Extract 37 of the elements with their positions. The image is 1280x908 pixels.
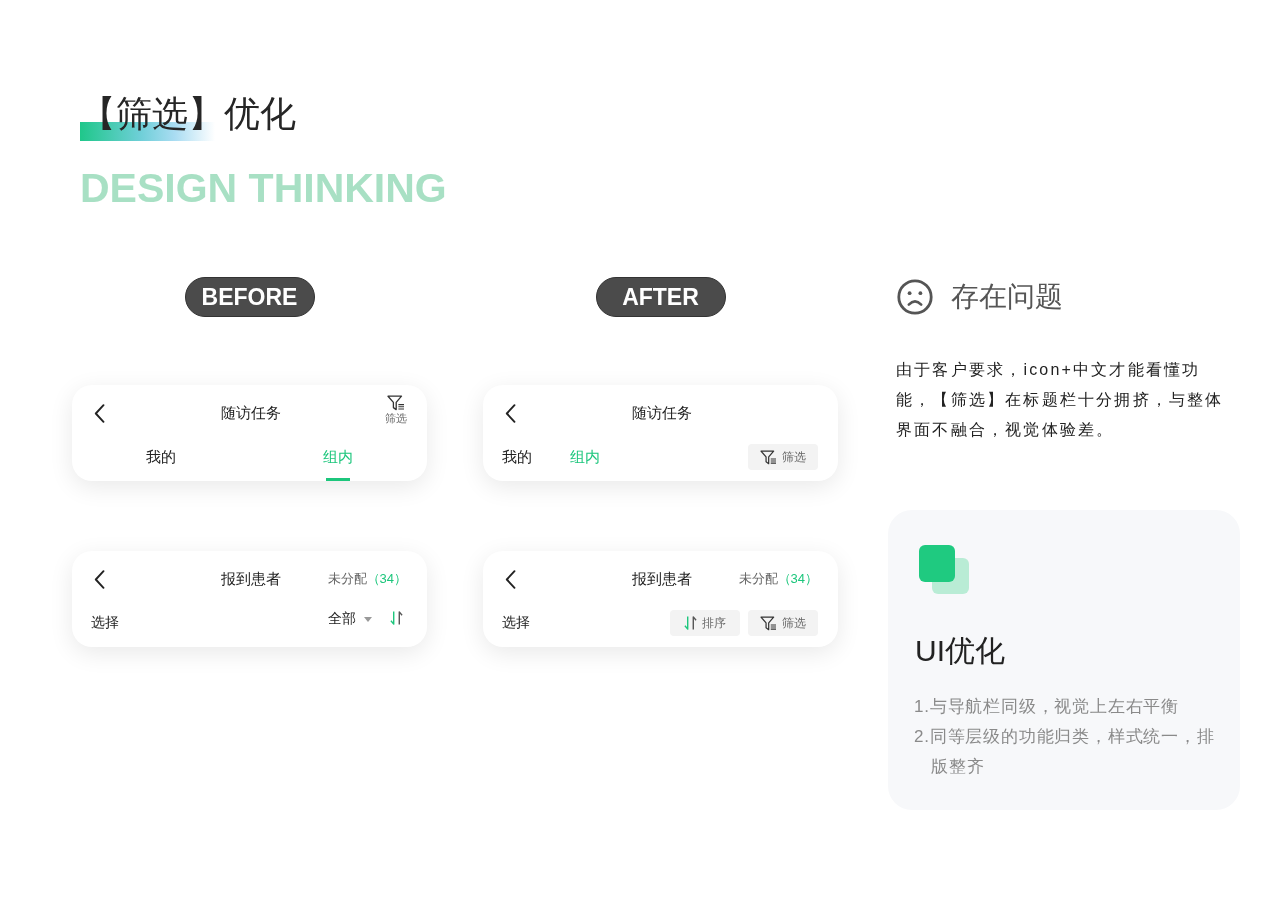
scope-dropdown[interactable]: 全部 <box>328 604 372 634</box>
comparison-label: AFTER <box>595 277 726 317</box>
solution-point: 1.与导航栏同级，视觉上左右平衡 <box>914 696 1180 718</box>
count-label: （34） <box>366 570 407 588</box>
status-label: 未分配 <box>738 570 778 588</box>
sort-button[interactable]: 排序 <box>670 610 740 636</box>
row-label: 选择 <box>91 613 119 632</box>
issue-heading: 存在问题 <box>951 280 1063 314</box>
back-icon[interactable] <box>505 403 516 423</box>
layers-icon <box>919 545 969 594</box>
filter-icon <box>760 449 777 465</box>
filter-button[interactable]: 筛选 <box>748 444 818 470</box>
comparison-label: BEFORE <box>184 277 315 317</box>
screen-title: 报到患者 <box>220 569 281 589</box>
filter-button[interactable]: 筛选 <box>385 395 407 425</box>
screen-title: 报到患者 <box>631 569 692 589</box>
sort-icon[interactable] <box>390 610 403 626</box>
page-subtitle: DESIGN THINKING <box>80 164 447 213</box>
screen-title: 随访任务 <box>220 403 281 423</box>
sad-face-icon <box>897 279 933 315</box>
filter-icon <box>760 615 777 631</box>
row-label: 选择 <box>502 613 530 632</box>
status-label: 未分配 <box>327 570 367 588</box>
screen-title: 随访任务 <box>631 403 692 423</box>
caret-icon <box>364 616 372 622</box>
filter-button[interactable]: 筛选 <box>748 610 818 636</box>
sort-icon <box>684 615 697 631</box>
back-icon[interactable] <box>94 403 105 423</box>
issue-description: 由于客户要求，icon+中文才能看懂功能，【筛选】在标题栏十分拥挤，与整体界面不融合，视觉体验差。 <box>896 360 1225 440</box>
back-icon[interactable] <box>505 569 516 589</box>
count-label: （34） <box>777 570 818 588</box>
tab[interactable]: 我的 <box>502 441 532 473</box>
solution-title: UI优化 <box>915 633 1005 669</box>
filter-icon <box>387 395 405 411</box>
back-icon[interactable] <box>94 569 105 589</box>
solution-point: 2.同等层级的功能归类，样式统一，排版整齐 <box>914 726 1216 778</box>
tab[interactable]: 我的 <box>145 441 176 481</box>
